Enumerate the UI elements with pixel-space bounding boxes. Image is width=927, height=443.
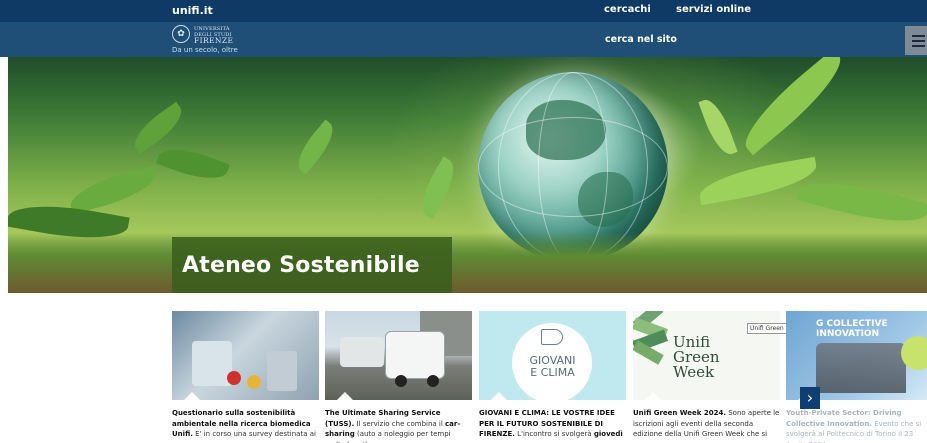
card-body: E' in corso una survey destinata ai bbox=[192, 430, 316, 438]
card-notch bbox=[491, 392, 507, 400]
lab-flask-shape bbox=[192, 341, 232, 386]
youth-innovation-image-text: G COLLECTIVE INNOVATION bbox=[816, 319, 888, 339]
lab-yellow-cap bbox=[247, 375, 261, 389]
fern-leaf bbox=[66, 165, 160, 215]
image-header-line-1: G COLLECTIVE bbox=[816, 319, 888, 329]
card-text: Youth-Private Sector: Driving Collective… bbox=[786, 408, 927, 443]
hamburger-icon-bar bbox=[911, 34, 925, 37]
card-text: GIOVANI E CLIMA: LE VOSTRE IDEE PER IL F… bbox=[479, 408, 626, 443]
news-card[interactable]: GIOVANI E CLIMA GIOVANI E CLIMA: LE VOST… bbox=[479, 311, 626, 443]
card-text: Questionario sulla sostenibilità ambient… bbox=[172, 408, 319, 443]
card-notch bbox=[645, 392, 661, 400]
hamburger-menu-button[interactable] bbox=[905, 26, 927, 55]
green-week-image-text: Unifi Green Week bbox=[673, 335, 720, 380]
card-highlight: giovedì bbox=[593, 430, 623, 438]
fern-leaf bbox=[290, 119, 341, 175]
fern-leaf bbox=[127, 101, 189, 155]
cercachi-link[interactable]: cercachi bbox=[604, 4, 651, 15]
university-logo[interactable]: ✿ UNIVERSITÀ DEGLI STUDI FIRENZE bbox=[172, 25, 252, 47]
card-notch bbox=[337, 392, 353, 400]
image-text-line-2: E CLIMA bbox=[530, 366, 575, 379]
card-title[interactable]: Unifi Green Week 2024. bbox=[633, 409, 726, 417]
site-search-link[interactable]: cerca nel sito bbox=[605, 34, 677, 45]
card-body: L'incontro si svolgerà bbox=[514, 430, 594, 438]
top-utility-bar: unifi.it cercachi servizi online bbox=[0, 0, 927, 22]
megaphone-icon bbox=[541, 329, 563, 345]
servizi-online-link[interactable]: servizi online bbox=[676, 4, 751, 15]
week-badge-circle bbox=[901, 336, 927, 370]
hamburger-icon-bar bbox=[911, 39, 925, 42]
image-header-line-2: INNOVATION bbox=[816, 329, 880, 339]
fern-leaf bbox=[796, 170, 927, 234]
news-card[interactable]: The Ultimate Sharing Service (TUSS). Il … bbox=[325, 311, 472, 443]
fern-leaf bbox=[156, 140, 230, 188]
giovani-clima-image: GIOVANI E CLIMA bbox=[479, 311, 626, 400]
people-group-photo bbox=[816, 343, 906, 393]
site-brand-link[interactable]: unifi.it bbox=[172, 4, 213, 17]
lab-red-cap bbox=[227, 371, 241, 385]
hamburger-icon-bar bbox=[911, 44, 925, 47]
carousel-next-button[interactable]: › bbox=[800, 387, 820, 409]
card-text: The Ultimate Sharing Service (TUSS). Il … bbox=[325, 408, 472, 443]
electric-shuttle-image bbox=[325, 311, 472, 400]
lab-container-shape bbox=[267, 351, 297, 391]
card-text: Unifi Green Week 2024. Sono aperte le is… bbox=[633, 408, 780, 443]
shuttle-vehicle-shape bbox=[385, 331, 445, 379]
hero-banner-image[interactable] bbox=[8, 57, 927, 293]
card-notch bbox=[184, 392, 200, 400]
logo-text: UNIVERSITÀ DEGLI STUDI FIRENZE bbox=[194, 26, 233, 44]
logo-line-3: FIRENZE bbox=[194, 36, 234, 45]
hero-title[interactable]: Ateneo Sostenibile bbox=[182, 253, 420, 278]
news-card[interactable]: Questionario sulla sostenibilità ambient… bbox=[172, 311, 319, 443]
news-carousel: Questionario sulla sostenibilità ambient… bbox=[0, 311, 927, 443]
site-header: ✿ UNIVERSITÀ DEGLI STUDI FIRENZE Da un s… bbox=[0, 22, 927, 57]
news-card[interactable]: G COLLECTIVE INNOVATION Youth-Private Se… bbox=[786, 311, 927, 443]
shuttle-vehicle-shape bbox=[340, 337, 384, 367]
tagline: Da un secolo, oltre bbox=[172, 46, 238, 54]
wheel-shape bbox=[395, 375, 407, 387]
globe-parallel bbox=[478, 117, 668, 217]
giovani-clima-image-text: GIOVANI E CLIMA bbox=[479, 355, 626, 379]
card-body-prefix: Il servizio che combina il bbox=[354, 419, 446, 428]
hero-ground-moss bbox=[8, 232, 927, 293]
university-seal-icon: ✿ bbox=[172, 25, 190, 43]
wheel-shape bbox=[427, 375, 439, 387]
image-text-line-3: Week bbox=[673, 363, 715, 381]
lab-equipment-image bbox=[172, 311, 319, 400]
